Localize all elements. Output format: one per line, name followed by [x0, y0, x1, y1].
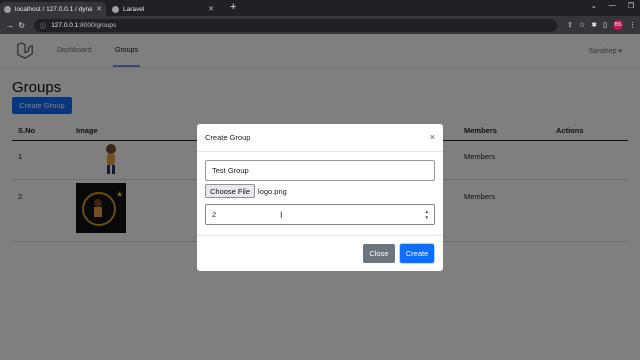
modal-title: Create Group: [205, 133, 251, 142]
minimize-icon[interactable]: —: [609, 2, 616, 10]
address-bar[interactable]: ⓘ 127.0.0.1:8000/groups: [33, 18, 558, 32]
extensions-puzzle-icon[interactable]: ✱: [591, 21, 597, 29]
choose-file-button[interactable]: Choose File: [205, 184, 256, 198]
tab-title: Laravel: [123, 5, 145, 13]
tab-favicon-icon: [112, 5, 119, 13]
new-tab-icon[interactable]: +: [230, 1, 236, 13]
selected-file-name: logo.png: [258, 186, 287, 196]
close-icon[interactable]: ×: [430, 132, 435, 142]
extension-icons: ⇪ ☆ ✱ ▯ BS ⋮: [567, 20, 636, 30]
info-icon[interactable]: ⓘ: [40, 20, 47, 30]
tab-favicon-icon: [4, 5, 11, 13]
tab-close-icon[interactable]: ✕: [96, 5, 102, 13]
tab-close-icon[interactable]: ✕: [208, 5, 214, 13]
modal-footer: Close Create: [197, 235, 443, 271]
tab-title: localhost / 127.0.0.1 / dynamic_: [15, 5, 93, 13]
file-input: Choose File logo.png: [205, 184, 287, 198]
number-spinner[interactable]: ▲ ▼: [425, 209, 429, 220]
window-controls: ⌄ — ❐: [591, 2, 634, 10]
number-input[interactable]: 2 I ▲ ▼: [205, 204, 435, 225]
close-button[interactable]: Close: [363, 244, 395, 263]
spinner-up-icon[interactable]: ▲: [425, 209, 429, 214]
back-arrow-icon[interactable]: →: [4, 21, 16, 30]
create-group-modal: Create Group × Test Group Choose File lo…: [197, 124, 443, 271]
browser-toolbar: → ↻ ⓘ 127.0.0.1:8000/groups ⇪ ☆ ✱ ▯ BS ⋮: [0, 16, 640, 34]
create-button[interactable]: Create: [399, 243, 435, 264]
chevron-down-icon[interactable]: ⌄: [591, 2, 597, 10]
kebab-menu-icon[interactable]: ⋮: [629, 21, 636, 29]
spinner-down-icon[interactable]: ▼: [425, 215, 429, 220]
star-icon[interactable]: ☆: [579, 21, 585, 29]
number-input-value: 2: [212, 210, 217, 219]
url-host: 127.0.0.1: [51, 21, 79, 29]
browser-tab-laravel[interactable]: Laravel ✕: [108, 2, 218, 16]
modal-header: Create Group ×: [197, 124, 443, 152]
group-name-input[interactable]: Test Group: [205, 160, 435, 181]
text-cursor-icon: I: [280, 210, 283, 220]
browser-tab-phpmyadmin[interactable]: localhost / 127.0.0.1 / dynamic_ ✕: [0, 2, 106, 16]
restore-icon[interactable]: ❐: [628, 2, 634, 10]
url-path: :8000/groups: [78, 21, 117, 29]
browser-tab-bar: localhost / 127.0.0.1 / dynamic_ ✕ Larav…: [0, 0, 640, 16]
sidebar-icon[interactable]: ▯: [603, 21, 607, 29]
share-icon[interactable]: ⇪: [567, 21, 573, 29]
reload-icon[interactable]: ↻: [16, 21, 28, 30]
profile-avatar[interactable]: BS: [613, 20, 623, 30]
